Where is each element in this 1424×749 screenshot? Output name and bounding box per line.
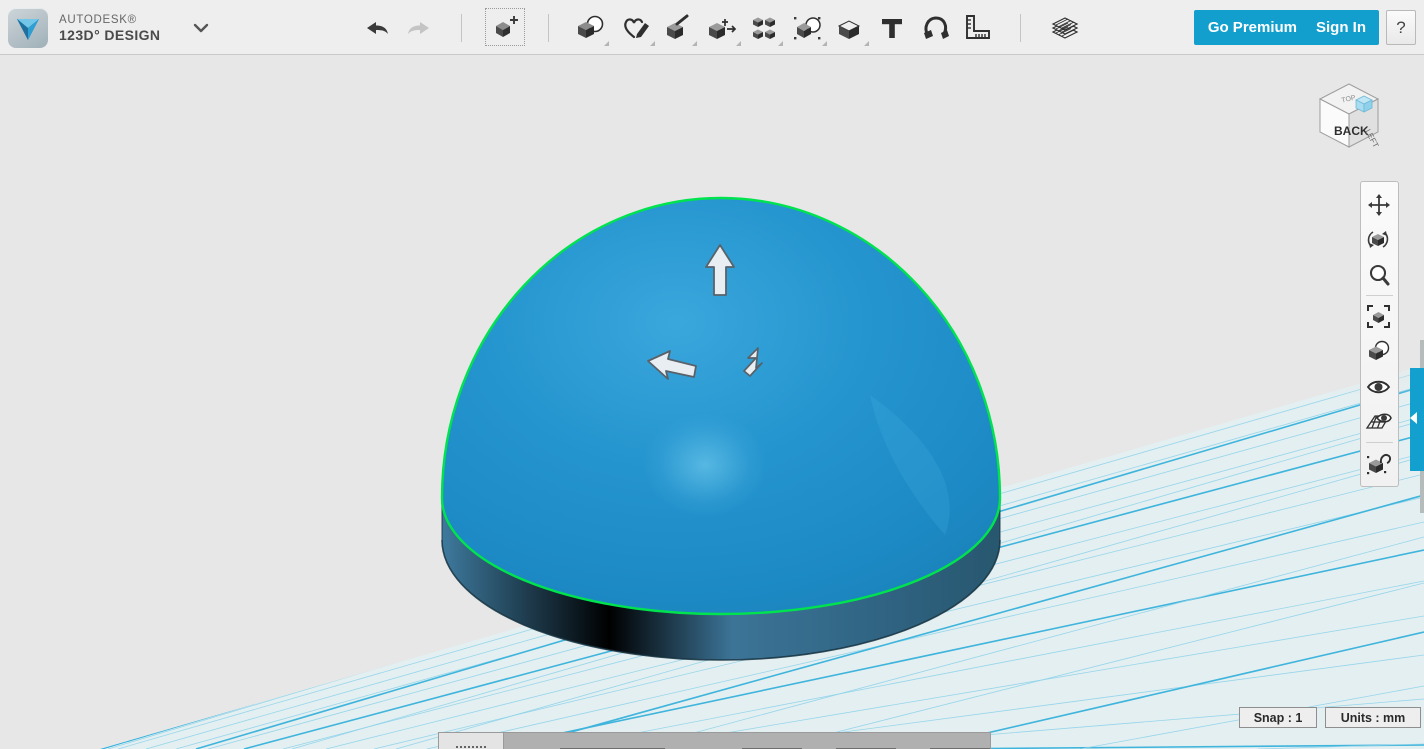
panel-edge-bottom <box>1420 471 1424 513</box>
flyout-corner <box>736 41 741 46</box>
flyout-corner <box>604 41 609 46</box>
primitives-cube-sphere-icon[interactable] <box>568 5 612 50</box>
redo-button[interactable] <box>397 5 441 50</box>
snap-status-chip[interactable]: Snap : 1 <box>1239 707 1317 728</box>
pan-move-icon[interactable] <box>1361 187 1396 222</box>
undo-button[interactable] <box>355 5 399 50</box>
flyout-corner <box>692 41 697 46</box>
eye-icon[interactable] <box>1361 369 1396 404</box>
help-button[interactable]: ? <box>1386 10 1416 45</box>
construct-loft-icon[interactable] <box>656 5 700 50</box>
pattern-grid-cubes-icon[interactable] <box>742 5 786 50</box>
viewport-canvas[interactable]: BACK TOP LEFT <box>0 55 1424 749</box>
scale-cube-icon[interactable] <box>439 733 504 749</box>
brand-block[interactable]: AUTODESK® 123D° DESIGN <box>8 5 160 51</box>
flyout-corner <box>822 41 827 46</box>
brand-line-product: 123D° DESIGN <box>59 28 160 43</box>
fit-to-view-icon[interactable] <box>1361 299 1396 334</box>
nav-divider <box>1366 442 1393 443</box>
flyout-corner <box>778 41 783 46</box>
nav-divider <box>1366 295 1393 296</box>
scale-tool-panel: Scale Non Uniform Factor X: Y: Z: <box>438 732 991 749</box>
toolbar-divider <box>461 14 462 42</box>
autodesk-chevron-logo-icon[interactable] <box>8 8 48 48</box>
materials-stack-icon[interactable] <box>1043 5 1087 50</box>
grouping-boolean-icon[interactable] <box>786 5 830 50</box>
magnifier-icon[interactable] <box>1361 257 1396 292</box>
chevron-left-icon <box>1410 412 1417 424</box>
snap-magnet-icon[interactable] <box>913 5 957 50</box>
brand-line-autodesk: AUTODESK® <box>59 14 160 26</box>
chevron-down-icon[interactable] <box>190 18 212 38</box>
go-premium-button[interactable]: Go Premium <box>1194 10 1311 45</box>
combine-cube-icon[interactable] <box>828 5 872 50</box>
text-t-icon[interactable] <box>870 5 914 50</box>
view-navigation-toolbar <box>1360 181 1399 487</box>
transform-cube-icon[interactable] <box>485 8 525 46</box>
view-cube[interactable]: BACK TOP LEFT <box>1306 73 1392 159</box>
side-panel-handle[interactable] <box>1410 368 1424 471</box>
brand-text: AUTODESK® 123D° DESIGN <box>59 14 160 43</box>
hemisphere-object[interactable] <box>440 195 1002 705</box>
home-cube-icon <box>1356 96 1372 112</box>
panel-edge-top <box>1420 340 1424 368</box>
orbit-cube-icon[interactable] <box>1361 222 1396 257</box>
application-header: AUTODESK® 123D° DESIGN <box>0 0 1424 55</box>
shaded-cube-icon[interactable] <box>1361 334 1396 369</box>
grid-eye-icon[interactable] <box>1361 404 1396 439</box>
toolbar-divider <box>548 14 549 42</box>
modify-cube-arrow-icon[interactable] <box>700 5 744 50</box>
sketch-pencil-icon[interactable] <box>614 5 658 50</box>
toolbar-divider <box>1020 14 1021 42</box>
sign-in-button[interactable]: Sign In <box>1303 10 1379 45</box>
snap-cube-magnet-icon[interactable] <box>1361 446 1396 481</box>
flyout-corner <box>864 41 869 46</box>
measure-ruler-icon[interactable] <box>955 5 999 50</box>
units-status-chip[interactable]: Units : mm <box>1325 707 1421 728</box>
flyout-corner <box>650 41 655 46</box>
